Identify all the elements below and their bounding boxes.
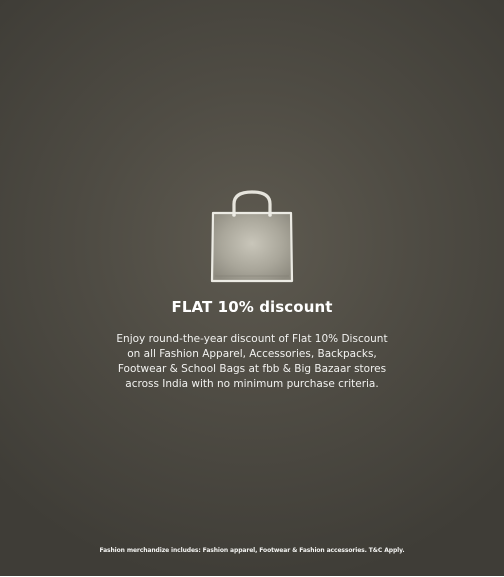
shopping-bag-icon xyxy=(210,190,294,283)
offer-description: Enjoy round-the-year discount of Flat 10… xyxy=(116,333,388,390)
offer-footnote: Fashion merchandize includes: Fashion ap… xyxy=(99,547,405,554)
offer-card: FLAT 10% discount Enjoy round-the-year d… xyxy=(0,0,504,576)
offer-title: FLAT 10% discount xyxy=(171,298,333,316)
